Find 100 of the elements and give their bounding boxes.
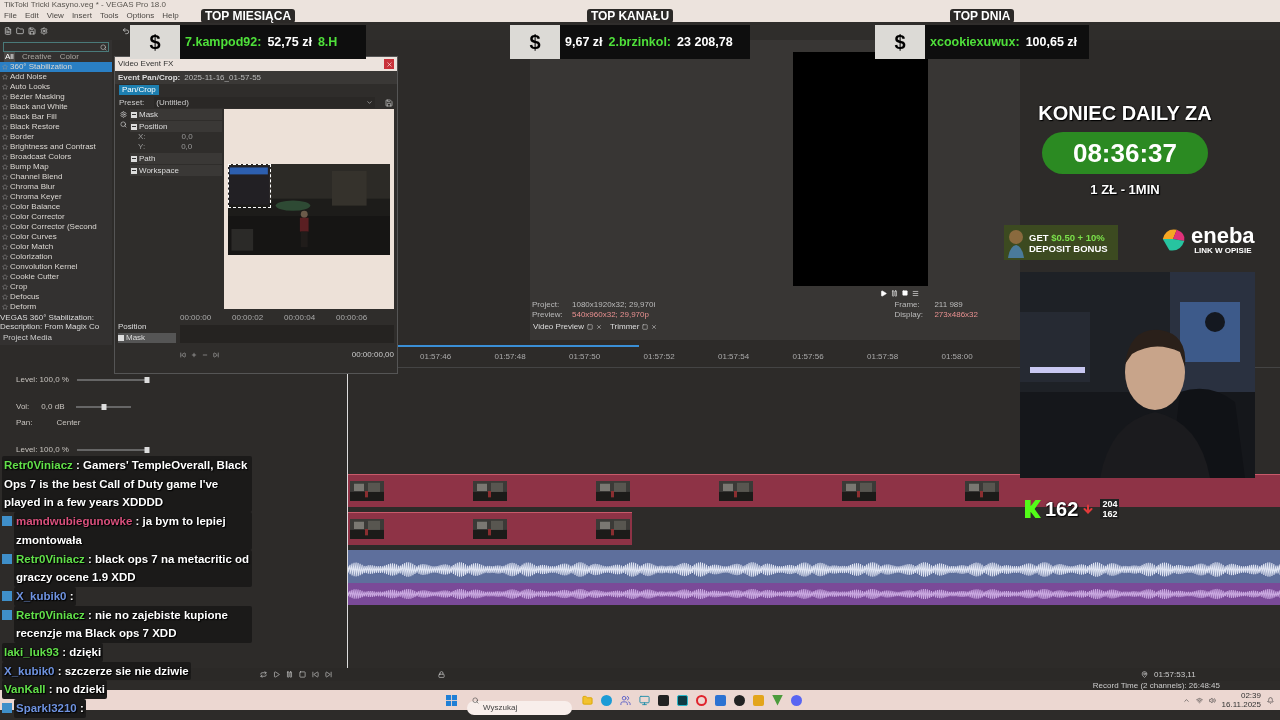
slider-thumb[interactable] — [144, 377, 150, 383]
menu-item[interactable]: Edit — [24, 10, 39, 22]
expand-toggle[interactable] — [131, 123, 137, 130]
pause-icon[interactable] — [286, 671, 293, 678]
expand-toggle[interactable] — [131, 167, 137, 174]
slider-thumb[interactable] — [101, 404, 107, 410]
loop-icon[interactable] — [260, 671, 267, 678]
search-field[interactable]: Wyszukaj — [467, 700, 572, 715]
zoom-icon[interactable] — [119, 121, 127, 128]
skip-back-icon[interactable] — [312, 671, 319, 678]
folder-icon[interactable] — [16, 27, 24, 35]
fx-list-item[interactable]: Channel Blend — [0, 172, 112, 182]
fx-list-item[interactable]: Bump Map — [0, 162, 112, 172]
chevron-up-icon[interactable] — [1182, 696, 1190, 704]
new-icon[interactable] — [4, 27, 12, 35]
fx-list-item[interactable]: Border — [0, 132, 112, 142]
fx-list-item[interactable]: Color Corrector (Second — [0, 222, 112, 232]
fx-list-item[interactable]: Chroma Blur — [0, 182, 112, 192]
undo-icon[interactable] — [122, 27, 130, 35]
skip-forward-icon[interactable] — [325, 671, 332, 678]
fx-list-item[interactable]: Color Corrector — [0, 212, 112, 222]
window-icon[interactable] — [587, 324, 593, 330]
app-icon[interactable] — [734, 694, 745, 706]
fx-list-item[interactable]: Deform — [0, 302, 112, 312]
menu-item[interactable]: View — [46, 10, 64, 22]
fx-list-item[interactable]: Color Curves — [0, 232, 112, 242]
fx-description: Description: From Magix Co — [0, 322, 101, 331]
first-keyframe-icon[interactable] — [180, 352, 186, 358]
fx-tab[interactable]: Color — [58, 52, 80, 62]
close-icon[interactable] — [651, 324, 658, 330]
network-icon[interactable] — [1195, 696, 1203, 704]
lock-icon[interactable] — [438, 671, 445, 678]
ruler-label: 01:57:48 — [494, 351, 527, 363]
add-keyframe-icon[interactable] — [191, 352, 197, 358]
save-icon[interactable] — [28, 27, 36, 35]
tick-label: 00:00:04 — [284, 312, 317, 324]
panel-tab[interactable]: Video Preview — [533, 321, 584, 333]
fx-list-item[interactable]: Color Match — [0, 242, 112, 252]
save-icon[interactable] — [385, 98, 393, 107]
slider-thumb[interactable] — [144, 447, 150, 453]
menu-item[interactable]: Tools — [99, 10, 119, 22]
monitor-icon[interactable] — [639, 694, 650, 706]
window-title: Video Event FX — [118, 58, 174, 70]
audio-clip[interactable] — [348, 550, 1280, 583]
level-label: Level: 100,0 % — [16, 374, 69, 386]
expand-toggle[interactable] — [131, 111, 137, 118]
fx-tab[interactable]: All — [4, 52, 15, 62]
pause-icon[interactable] — [891, 289, 898, 297]
project-media-tab[interactable]: Project Media — [0, 332, 112, 344]
fx-list-item[interactable]: Chroma Keyer — [0, 192, 112, 202]
search-icon — [472, 696, 479, 704]
video-clip[interactable] — [348, 512, 632, 545]
preset-dropdown[interactable]: (Untitled) — [154, 97, 375, 108]
star-icon — [2, 164, 8, 170]
fx-list-item[interactable]: Black Bar Fill — [0, 112, 112, 122]
crop-box[interactable] — [228, 163, 271, 208]
fx-list-item[interactable]: Black Restore — [0, 122, 112, 132]
close-icon[interactable] — [596, 324, 602, 330]
settings-icon[interactable] — [40, 27, 48, 35]
fx-list-item[interactable]: Black and White — [0, 102, 112, 112]
fx-list-item[interactable]: Crop — [0, 282, 112, 292]
browser-icon[interactable] — [601, 694, 612, 706]
close-button[interactable] — [384, 59, 394, 69]
fx-chain-chip[interactable]: Pan/Crop — [119, 85, 159, 95]
fx-list-item[interactable]: Convolution Kernel — [0, 262, 112, 272]
people-icon[interactable] — [620, 694, 631, 706]
panel-tab[interactable]: Trimmer — [610, 321, 640, 333]
fx-list-item[interactable]: Defocus — [0, 292, 112, 302]
search-field[interactable] — [3, 42, 109, 52]
menu-item[interactable]: File — [4, 10, 17, 22]
menu-icon[interactable] — [912, 289, 919, 297]
countdown-rate: 1 ZŁ - 1MIN — [1090, 181, 1160, 199]
star-icon — [2, 244, 8, 250]
fx-list-item[interactable]: Bézier Masking — [0, 92, 112, 102]
expand-toggle[interactable] — [131, 155, 137, 162]
ruler-label: 01:57:52 — [643, 351, 676, 363]
fx-list-item[interactable]: Auto Looks — [0, 82, 112, 92]
checkbox[interactable] — [118, 335, 124, 341]
window-icon[interactable] — [642, 324, 649, 330]
settings-icon[interactable] — [119, 111, 127, 118]
start-icon[interactable] — [446, 694, 457, 706]
fx-tab[interactable]: Creative — [20, 52, 53, 62]
notification-icon[interactable] — [1267, 696, 1274, 704]
menu-item[interactable]: Insert — [71, 10, 92, 22]
level-slider[interactable] — [76, 447, 147, 453]
fx-list-item[interactable]: Color Balance — [0, 202, 112, 212]
level-slider[interactable] — [76, 377, 147, 383]
fx-list-item[interactable]: Colorization — [0, 252, 112, 262]
stop-icon[interactable] — [299, 671, 306, 678]
fx-list-item[interactable]: Cookie Cutter — [0, 272, 112, 282]
app-icon[interactable] — [677, 694, 688, 706]
app-icon[interactable] — [658, 694, 669, 706]
fx-list-item[interactable]: Add Noise — [0, 72, 112, 82]
volume-icon[interactable] — [1208, 696, 1216, 704]
fx-list-item[interactable]: Brightness and Contrast — [0, 142, 112, 152]
menu-item[interactable]: Help — [162, 10, 179, 22]
menu-item[interactable]: Options — [126, 10, 155, 22]
fx-list-item[interactable]: Broadcast Colors — [0, 152, 112, 162]
last-keyframe-icon[interactable] — [213, 352, 219, 358]
keyframe-time: 00:00:00,00 — [351, 349, 394, 361]
